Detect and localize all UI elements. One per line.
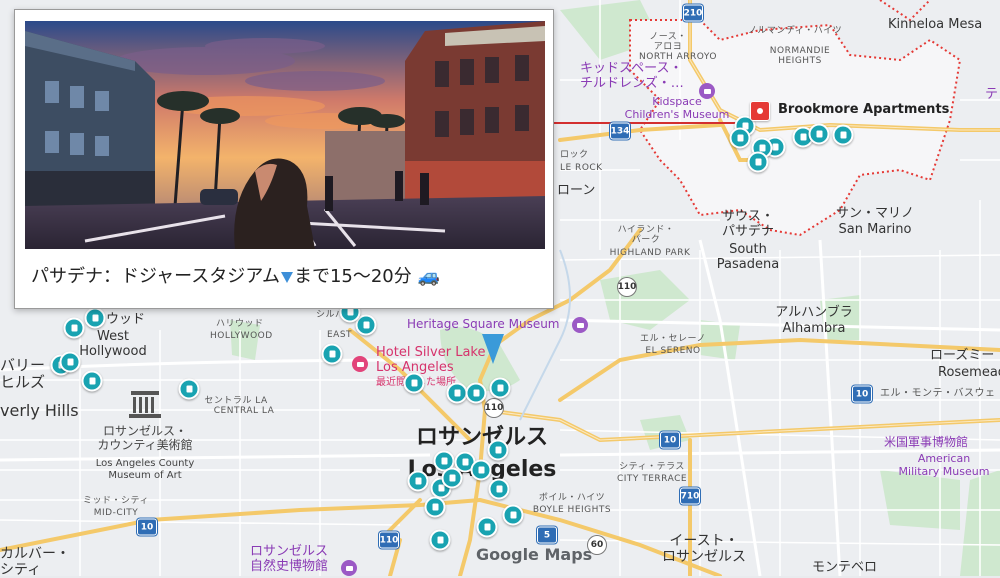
saved-place-pin[interactable] (488, 478, 510, 500)
label-lacma-jp: ロサンゼルス・ カウンティ美術館 (97, 424, 193, 452)
route-shield-210: 210 (683, 4, 703, 22)
saved-place-pin[interactable] (832, 124, 854, 146)
label-hollywood: HOLLYWOOD (210, 331, 273, 341)
apartment-marker[interactable] (750, 101, 770, 121)
caption-duration: まで15〜20分 (293, 266, 412, 287)
label-mid-city-jp: ミッド・シティ (83, 496, 149, 506)
label-heritage-square: Heritage Square Museum (407, 317, 560, 331)
label-boyle-heights: BOYLE HEIGHTS (532, 505, 612, 515)
label-normandie: NORMANDIE HEIGHTS (769, 46, 831, 67)
label-city-terrace-jp: シティ・テラス (619, 462, 685, 472)
caption-text: パサデナ：ドジャースタジアム (31, 266, 280, 287)
google-maps-logo: Google Maps (476, 545, 593, 564)
label-north-arroyo-jp: ノース・ アロヨ (649, 32, 687, 53)
saved-place-pin[interactable] (321, 343, 343, 365)
label-normandie-jp: ノルマンディ・ハイツ (747, 26, 843, 36)
label-kidspace-en: Kidspace Children's Museum (624, 95, 730, 121)
museum-icon[interactable] (341, 560, 357, 576)
saved-place-pin[interactable] (441, 467, 463, 489)
label-rock-en: LE ROCK (560, 163, 603, 173)
label-kidspace-jp: キッドスペース・ チルドレンズ・… (580, 61, 684, 91)
label-hollywood-jp: ハリウッド (216, 319, 264, 329)
label-beverly-hills: verly Hills (0, 401, 79, 420)
car-icon: 🚙 (417, 266, 440, 287)
saved-place-pin[interactable] (429, 529, 451, 551)
card-caption: パサデナ：ドジャースタジアム まで15〜20分 🚙 (31, 262, 440, 288)
saved-place-pin[interactable] (489, 377, 511, 399)
saved-place-pin[interactable] (84, 307, 106, 329)
label-loan: ローン (557, 183, 596, 198)
lacma-museum-icon[interactable] (125, 387, 165, 421)
label-nhm-jp: ロサンゼルス 自然史博物館 (250, 544, 329, 574)
saved-place-pin[interactable] (403, 372, 425, 394)
label-san-marino-jp: サン・マリノ (835, 206, 915, 221)
label-rosemead: Rosemead (938, 365, 1000, 380)
label-montebello: モンテベロ (812, 560, 878, 575)
label-boyle-heights-jp: ボイル・ハイツ (538, 493, 606, 503)
route-shield-710: 710 (680, 487, 700, 505)
route-shield-110-b: 110 (485, 399, 503, 417)
street-photo (25, 21, 545, 249)
label-west-hollywood-jp: ウッド (106, 312, 146, 327)
saved-place-pin[interactable] (59, 351, 81, 373)
stadium-marker[interactable] (482, 334, 504, 364)
label-east-la-jp: イースト・ ロサンゼルス (662, 533, 746, 566)
saved-place-pin[interactable] (407, 470, 429, 492)
route-shield-134: 134 (610, 122, 630, 140)
label-hotel-silver-lake: Hotel Silver Lake Los Angeles (376, 345, 486, 375)
label-lacma-en: Los Angeles County Museum of Art (95, 458, 195, 481)
saved-place-pin[interactable] (729, 127, 751, 149)
route-shield-10-c: 10 (137, 518, 157, 536)
label-alhambra: Alhambra (782, 321, 846, 336)
label-san-marino: San Marino (838, 222, 912, 237)
saved-place-pin[interactable] (747, 151, 769, 173)
triangle-marker-icon (280, 271, 293, 283)
label-los-angeles-jp: ロサンゼルス (415, 425, 549, 450)
saved-place-pin[interactable] (81, 370, 103, 392)
label-military-museum-jp: 米国軍事博物館 (884, 435, 969, 449)
label-rock-jp: ロック (560, 150, 589, 160)
label-central-la: CENTRAL LA (213, 406, 275, 416)
saved-place-pin[interactable] (63, 317, 85, 339)
label-highland: HIGHLAND PARK (609, 248, 691, 258)
label-brookmore-apartments: Brookmore Apartments (778, 102, 950, 117)
label-el-sereno-jp: エル・セレーノ (640, 334, 706, 344)
label-kinneloa: Kinneloa Mesa (888, 17, 983, 32)
museum-icon[interactable] (572, 317, 588, 333)
hotel-icon[interactable] (352, 356, 368, 372)
label-military-museum: American Military Museum (898, 452, 990, 478)
label-south-pasadena: South Pasadena (716, 242, 780, 272)
saved-place-pin[interactable] (178, 378, 200, 400)
label-central-la-jp: セントラル LA (204, 396, 268, 406)
label-south-pasadena-jp: サウス・ パサデナ (721, 209, 775, 239)
label-alhambra-jp: アルハンブラ (775, 305, 853, 320)
route-shield-10-b: 10 (852, 385, 872, 403)
route-shield-10: 10 (660, 431, 680, 449)
route-shield-110-c: 110 (379, 531, 399, 549)
label-beverly-hills-jp: バリー ヒルズ (0, 356, 46, 392)
saved-place-pin[interactable] (487, 439, 509, 461)
route-shield-5: 5 (537, 526, 557, 544)
saved-place-pin[interactable] (424, 496, 446, 518)
callout-connector-line (554, 122, 750, 124)
saved-place-pin[interactable] (470, 459, 492, 481)
saved-place-pin[interactable] (465, 382, 487, 404)
saved-place-pin[interactable] (502, 504, 524, 526)
label-el-monte: エル・モンテ・バスウェ (880, 388, 996, 399)
route-shield-110: 110 (618, 278, 636, 296)
saved-place-pin[interactable] (446, 382, 468, 404)
label-el-sereno: EL SERENO (645, 346, 701, 356)
saved-place-pin[interactable] (476, 516, 498, 538)
label-city-terrace: CITY TERRACE (616, 474, 688, 484)
label-west-hollywood: West Hollywood (79, 329, 147, 359)
label-edge-right: テン (985, 87, 1000, 102)
label-rosemead-jp: ローズミー (930, 348, 995, 363)
saved-place-pin[interactable] (808, 123, 830, 145)
label-east-hollywood: EAST (327, 330, 353, 340)
label-highland-jp: ハイランド・ パーク (617, 225, 675, 246)
info-card[interactable]: パサデナ：ドジャースタジアム まで15〜20分 🚙 (14, 9, 554, 309)
label-mid-city: MID-CITY (93, 508, 139, 518)
label-culver-city-jp: カルバー・ シティ (0, 546, 70, 578)
